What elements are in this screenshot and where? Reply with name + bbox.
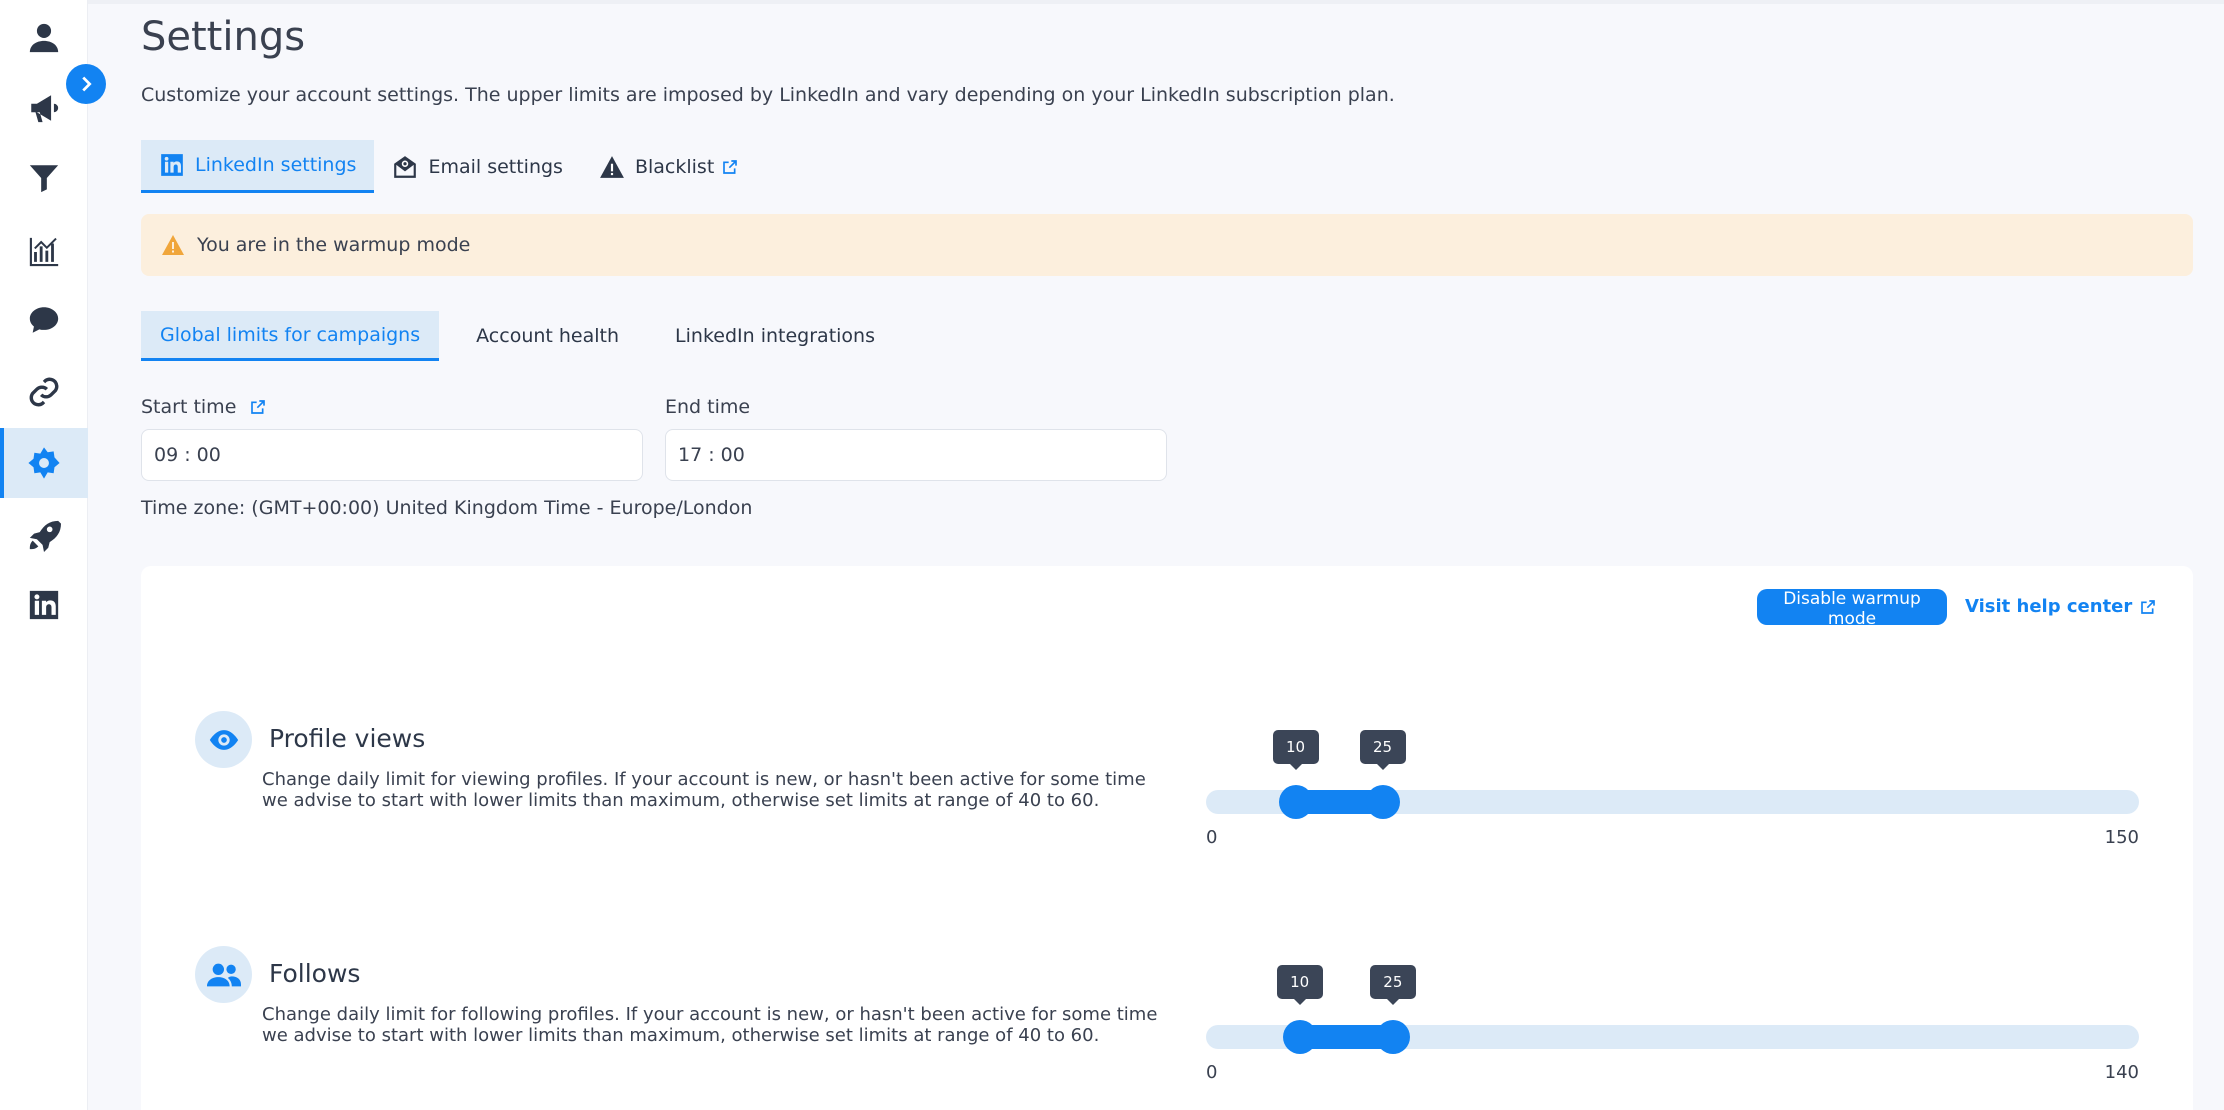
slider-max-label: 150 [2104, 827, 2139, 848]
external-link-icon[interactable] [250, 399, 266, 415]
limits-card: Disable warmup mode Visit help center Pr… [141, 566, 2193, 1110]
link-icon [29, 377, 59, 407]
external-link-icon [723, 159, 738, 174]
disable-warmup-button[interactable]: Disable warmup mode [1757, 589, 1947, 629]
tab-label: LinkedIn settings [195, 154, 357, 176]
users-icon [206, 963, 241, 986]
sidebar-expand-button[interactable] [66, 64, 106, 104]
chevron-right-icon [82, 76, 92, 92]
limit-icon-wrap [195, 946, 252, 1003]
page-title: Settings [141, 14, 306, 60]
banner-text: You are in the warmup mode [197, 234, 471, 256]
slider-high-tooltip: 25 [1369, 965, 1416, 1005]
sidebar-item-linkedin[interactable] [0, 570, 88, 640]
chart-icon [29, 237, 59, 267]
slider-high-tooltip: 25 [1359, 730, 1406, 770]
start-time-label: Start time [141, 396, 266, 418]
sidebar-item-messages[interactable] [0, 285, 88, 355]
warning-icon [600, 155, 624, 178]
help-link-text: Visit help center [1965, 596, 2133, 617]
settings-tabs: LinkedIn settings Email settings Blackli… [141, 140, 756, 193]
limit-follows: Follows Change daily limit for following… [141, 946, 2193, 1096]
sidebar-item-integrations[interactable] [0, 357, 88, 427]
limit-icon-wrap [195, 711, 252, 768]
timezone-text: Time zone: (GMT+00:00) United Kingdom Ti… [141, 497, 753, 519]
external-link-icon [2141, 599, 2156, 614]
subtab-global-limits[interactable]: Global limits for campaigns [141, 311, 440, 361]
sidebar-item-settings[interactable] [0, 428, 88, 498]
tab-label: Blacklist [634, 155, 715, 178]
subtab-account-health[interactable]: Account health [457, 311, 638, 361]
slider-high-thumb[interactable] [1365, 785, 1400, 819]
limit-description: Change daily limit for viewing profiles.… [262, 769, 1146, 811]
page-description: Customize your account settings. The upp… [141, 84, 1395, 106]
tab-blacklist[interactable]: Blacklist [581, 140, 756, 193]
warning-icon [162, 235, 184, 255]
limit-title: Follows [269, 959, 361, 988]
end-time-input[interactable] [665, 429, 1167, 481]
warmup-banner: You are in the warmup mode [141, 214, 2193, 276]
slider-low-tooltip: 10 [1272, 730, 1319, 770]
sidebar-item-filters[interactable] [0, 143, 88, 213]
person-icon [29, 23, 59, 53]
limit-subtabs: Global limits for campaigns Account heal… [141, 311, 912, 361]
limit-description: Change daily limit for following profile… [262, 1004, 1158, 1046]
subtab-linkedin-integrations[interactable]: LinkedIn integrations [656, 311, 894, 361]
limit-title: Profile views [269, 724, 426, 753]
slider-low-tooltip: 10 [1276, 965, 1323, 1005]
slider-high-thumb[interactable] [1375, 1020, 1410, 1054]
limit-profile-views: Profile views Change daily limit for vie… [141, 711, 2193, 861]
sidebar-item-launch[interactable] [0, 500, 88, 570]
eye-icon [209, 729, 238, 750]
top-divider [88, 0, 2224, 4]
filter-icon [29, 165, 59, 193]
tab-email-settings[interactable]: Email settings [374, 140, 581, 193]
tab-linkedin-settings[interactable]: LinkedIn settings [141, 140, 375, 193]
tab-label: Email settings [428, 155, 563, 178]
follows-slider[interactable]: 10 25 0 140 [1206, 965, 2139, 1083]
chat-icon [29, 307, 59, 333]
visit-help-center-link[interactable]: Visit help center [1965, 596, 2156, 617]
profile-views-slider[interactable]: 10 25 0 150 [1206, 730, 2139, 848]
rocket-icon [29, 520, 61, 552]
linkedin-icon [29, 590, 59, 620]
slider-low-thumb[interactable] [1278, 785, 1313, 819]
end-time-label-text: End time [665, 396, 751, 418]
start-time-label-text: Start time [141, 396, 237, 418]
sidebar-item-profile[interactable] [0, 3, 88, 73]
slider-low-thumb[interactable] [1282, 1020, 1317, 1054]
end-time-label: End time [665, 396, 750, 418]
email-icon [394, 155, 417, 178]
slider-max-label: 140 [2104, 1062, 2139, 1083]
slider-min-label: 0 [1206, 827, 1218, 848]
megaphone-icon [31, 95, 59, 123]
linkedin-icon [161, 154, 183, 176]
start-time-input[interactable] [141, 429, 643, 481]
sidebar-item-analytics[interactable] [0, 217, 88, 287]
slider-min-label: 0 [1206, 1062, 1218, 1083]
sidebar [0, 0, 88, 1110]
gear-icon [28, 447, 60, 479]
